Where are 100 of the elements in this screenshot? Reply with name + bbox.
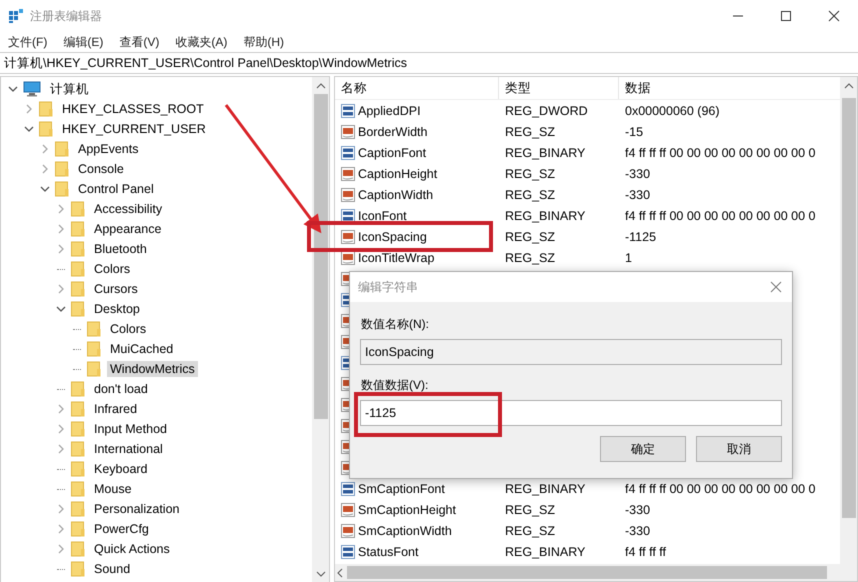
collapsed-chevron-icon[interactable] — [56, 404, 66, 414]
collapsed-chevron-icon[interactable] — [56, 284, 66, 294]
value-name-field[interactable]: IconSpacing — [360, 339, 782, 365]
expanded-chevron-icon[interactable] — [56, 304, 66, 314]
value-name[interactable]: CaptionHeight — [358, 166, 438, 180]
tree-item[interactable]: Appearance — [91, 221, 164, 237]
dialog-button[interactable]: 取消 — [696, 436, 782, 462]
tree-item[interactable]: Sound — [91, 561, 134, 577]
tree-item[interactable]: Desktop — [91, 301, 143, 317]
tree-item[interactable]: WindowMetrics — [107, 361, 198, 377]
folder-icon — [87, 321, 101, 337]
tree-connector — [57, 468, 65, 470]
tree-item[interactable]: HKEY_CURRENT_USER — [59, 121, 209, 137]
list-scrollbar[interactable] — [840, 77, 857, 564]
tree-item[interactable]: 计算机 — [47, 80, 92, 98]
collapsed-chevron-icon[interactable] — [56, 504, 66, 514]
maximize-icon[interactable] — [780, 10, 792, 22]
collapsed-chevron-icon[interactable] — [40, 144, 50, 154]
tree-item[interactable]: Cursors — [91, 281, 141, 297]
collapsed-chevron-icon[interactable] — [56, 204, 66, 214]
tree-item[interactable]: don't load — [91, 381, 151, 397]
scroll-down-icon[interactable] — [316, 568, 326, 578]
binary-value-icon — [341, 146, 355, 160]
folder-icon — [39, 121, 53, 137]
tree-item[interactable]: PowerCfg — [91, 521, 152, 537]
value-type: REG_BINARY — [505, 208, 586, 222]
folder-icon — [87, 341, 101, 357]
scroll-up-icon[interactable] — [316, 80, 326, 90]
column-header[interactable]: 类型 — [499, 77, 619, 99]
folder-icon — [71, 481, 85, 497]
collapsed-chevron-icon[interactable] — [40, 164, 50, 174]
registry-app-icon — [8, 8, 24, 24]
value-type: REG_BINARY — [505, 482, 586, 496]
string-value-icon — [341, 124, 355, 138]
collapsed-chevron-icon[interactable] — [56, 444, 66, 454]
value-type: REG_SZ — [505, 524, 556, 538]
folder-icon — [71, 241, 85, 257]
menu-item[interactable]: 文件(F) — [8, 34, 48, 50]
collapsed-chevron-icon[interactable] — [56, 224, 66, 234]
value-name[interactable]: CaptionWidth — [358, 188, 434, 202]
folder-icon — [55, 141, 69, 157]
horizontal-scrollbar[interactable] — [335, 564, 857, 581]
value-data-field[interactable]: -1125 — [360, 400, 782, 426]
value-name[interactable]: SmCaptionFont — [358, 482, 445, 496]
column-header[interactable]: 名称 — [335, 77, 499, 99]
collapsed-chevron-icon[interactable] — [56, 424, 66, 434]
tree-item[interactable]: Bluetooth — [91, 241, 150, 257]
binary-value-icon — [341, 208, 355, 222]
menu-item[interactable]: 收藏夹(A) — [175, 34, 228, 50]
menu-item[interactable]: 帮助(H) — [243, 34, 284, 50]
value-name[interactable]: IconTitleWrap — [358, 250, 434, 264]
folder-icon — [39, 101, 53, 117]
expanded-chevron-icon[interactable] — [40, 184, 50, 194]
tree-item[interactable]: MuiCached — [107, 341, 176, 357]
value-type: REG_BINARY — [505, 544, 586, 558]
tree-item[interactable]: International — [91, 441, 166, 457]
address-bar[interactable]: 计算机\HKEY_CURRENT_USER\Control Panel\Desktop\WindowMetrics — [0, 52, 858, 74]
scroll-left-icon[interactable] — [335, 568, 345, 578]
tree-item[interactable]: HKEY_CLASSES_ROOT — [59, 101, 207, 117]
tree-item[interactable]: Console — [75, 161, 127, 177]
collapsed-chevron-icon[interactable] — [56, 544, 66, 554]
close-icon[interactable] — [828, 10, 840, 22]
tree-item[interactable]: Quick Actions — [91, 541, 173, 557]
value-type: REG_SZ — [505, 230, 556, 244]
tree-item[interactable]: Colors — [91, 261, 134, 277]
tree-item[interactable]: Colors — [107, 321, 150, 337]
value-name[interactable]: AppliedDPI — [358, 104, 421, 118]
value-type: REG_SZ — [505, 166, 556, 180]
value-type: REG_SZ — [505, 250, 556, 264]
column-header[interactable]: 数据 — [619, 77, 840, 99]
tree-item[interactable]: Keyboard — [91, 461, 151, 477]
value-name[interactable]: IconFont — [358, 208, 407, 222]
expanded-chevron-icon[interactable] — [8, 84, 18, 94]
collapsed-chevron-icon[interactable] — [24, 104, 34, 114]
value-name[interactable]: StatusFont — [358, 544, 418, 558]
tree-item[interactable]: AppEvents — [75, 141, 142, 157]
value-name[interactable]: SmCaptionHeight — [358, 502, 456, 516]
tree-item[interactable]: Infrared — [91, 401, 140, 417]
collapsed-chevron-icon[interactable] — [56, 244, 66, 254]
tree-item[interactable]: Personalization — [91, 501, 182, 517]
tree-scrollbar[interactable] — [312, 77, 329, 582]
value-name[interactable]: IconSpacing — [358, 230, 427, 244]
menu-item[interactable]: 编辑(E) — [63, 34, 104, 50]
dialog-button[interactable]: 确定 — [600, 436, 686, 462]
tree-item[interactable]: Accessibility — [91, 201, 166, 217]
string-value-icon — [341, 524, 355, 538]
folder-icon — [71, 521, 85, 537]
value-data: 0x00000060 (96) — [625, 104, 720, 118]
value-name[interactable]: BorderWidth — [358, 124, 428, 138]
scroll-up-icon[interactable] — [844, 80, 854, 90]
value-name[interactable]: SmCaptionWidth — [358, 524, 452, 538]
tree-item[interactable]: Input Method — [91, 421, 170, 437]
tree-item[interactable]: Mouse — [91, 481, 135, 497]
string-value-icon — [341, 502, 355, 516]
menu-item[interactable]: 查看(V) — [119, 34, 160, 50]
collapsed-chevron-icon[interactable] — [56, 524, 66, 534]
string-value-icon — [341, 230, 355, 244]
value-name[interactable]: CaptionFont — [358, 146, 426, 160]
expanded-chevron-icon[interactable] — [24, 124, 34, 134]
tree-item[interactable]: Control Panel — [75, 181, 157, 197]
